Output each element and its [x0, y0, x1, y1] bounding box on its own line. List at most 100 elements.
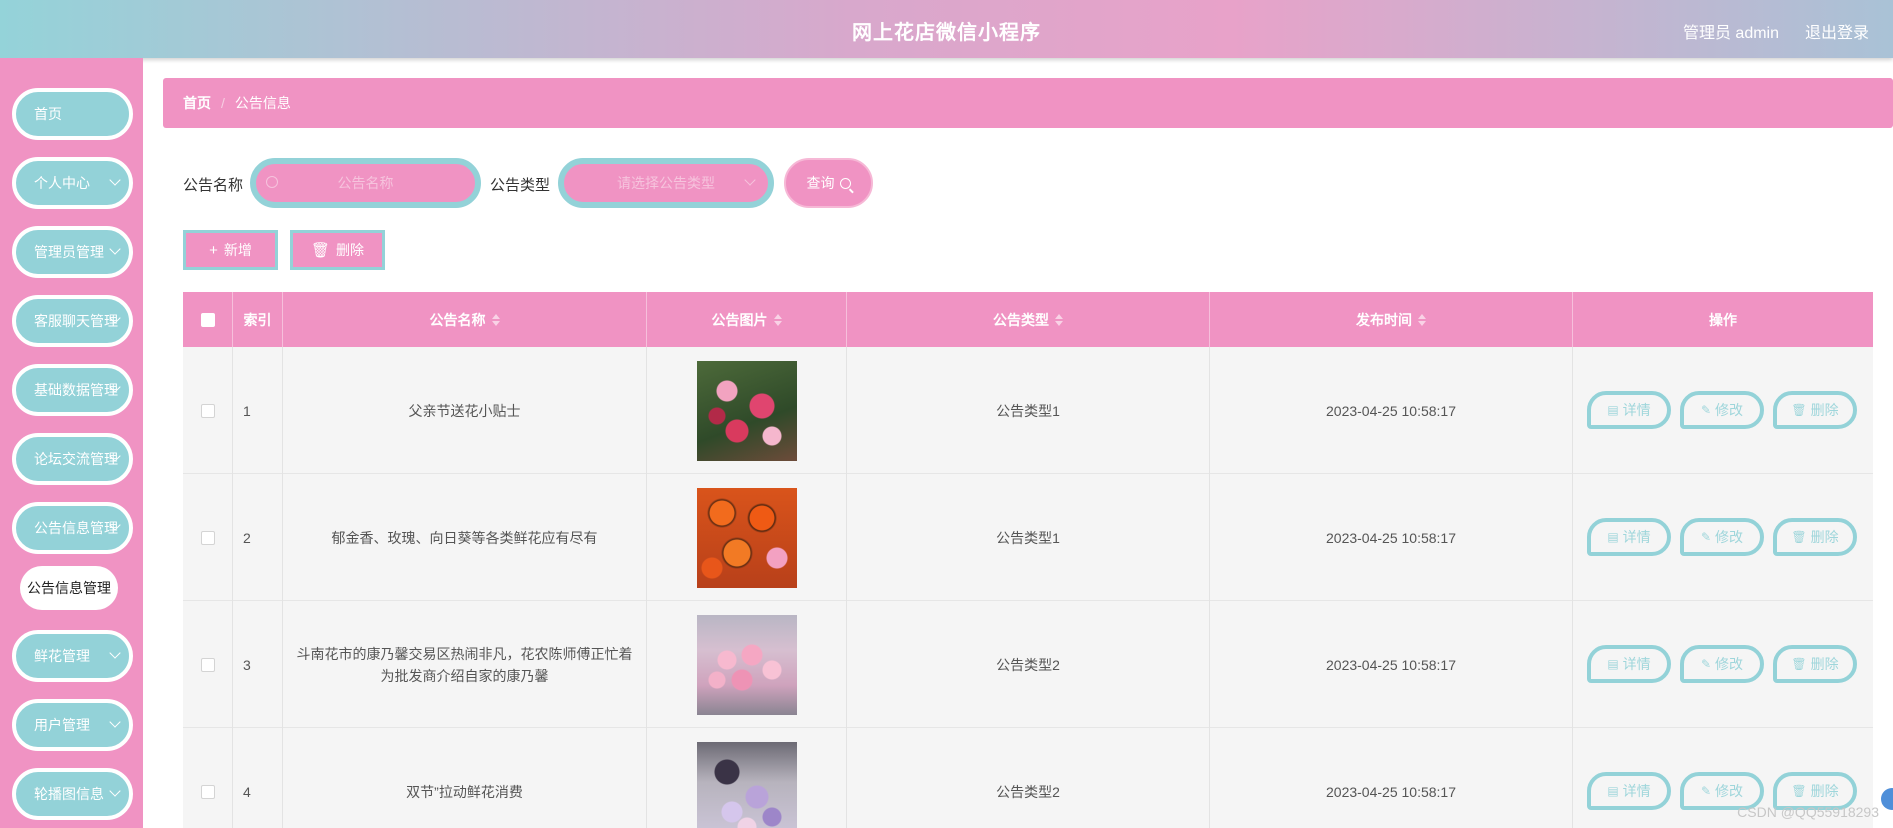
row-checkbox[interactable] — [200, 530, 215, 545]
notice-type-cell: 公告类型1 — [847, 474, 1210, 601]
column-header-name[interactable]: 公告名称 — [283, 292, 647, 347]
detail-button-label: 详情 — [1622, 783, 1651, 799]
delete-button-label: 删除 — [1810, 783, 1839, 799]
sidebar-item-users[interactable]: 用户管理 — [12, 699, 133, 751]
sidebar-item-flowers[interactable]: 鲜花管理 — [12, 630, 133, 682]
sidebar-item-forum[interactable]: 论坛交流管理 — [12, 433, 133, 485]
row-select-cell — [183, 601, 233, 728]
batch-delete-button[interactable]: 🗑 删除 — [290, 230, 385, 270]
detail-button[interactable]: ▤ 详情 — [1587, 518, 1671, 556]
column-header-label: 发布时间 — [1356, 311, 1412, 328]
pencil-icon: ✎ — [1700, 784, 1712, 798]
sort-icon — [773, 313, 782, 326]
plus-icon: + — [209, 241, 218, 259]
sidebar-item-home[interactable]: 首页 — [12, 88, 133, 140]
actions-cell: ▤ 详情 ✎ 修改 🗑 删除 — [1573, 601, 1873, 728]
edit-button-label: 修改 — [1715, 783, 1744, 799]
edit-button-label: 修改 — [1715, 402, 1744, 418]
column-header-label: 操作 — [1709, 311, 1737, 328]
sidebar-item-admin-management[interactable]: 管理员管理 — [12, 226, 133, 278]
notice-type-cell: 公告类型1 — [847, 347, 1210, 474]
notice-type-cell: 公告类型2 — [847, 728, 1210, 828]
edit-button[interactable]: ✎ 修改 — [1680, 645, 1764, 683]
table-header: 索引 公告名称 公告图片 公告类型 发布时间 操作 — [183, 292, 1873, 347]
sort-icon — [1418, 313, 1426, 326]
table-row: 2 郁金香、玫瑰、向日葵等各类鲜花应有尽有 公告类型1 2023-04-25 1… — [183, 474, 1873, 601]
notice-name-cell: 父亲节送花小贴士 — [283, 347, 647, 474]
column-header-index: 索引 — [233, 292, 283, 347]
publish-time-cell: 2023-04-25 10:58:17 — [1210, 728, 1573, 828]
submenu-item-notice-management[interactable]: 公告信息管理 — [20, 566, 118, 610]
floating-action-button[interactable] — [1881, 788, 1893, 810]
pink-carnation-bouquet-image[interactable] — [696, 614, 797, 715]
actions-cell: ▤ 详情 ✎ 修改 🗑 删除 — [1573, 347, 1873, 474]
detail-button[interactable]: ▤ 详情 — [1587, 772, 1671, 810]
row-checkbox[interactable] — [200, 403, 215, 418]
breadcrumb-separator: / — [221, 95, 225, 111]
sort-icon — [491, 313, 500, 326]
publish-time-cell: 2023-04-25 10:58:17 — [1210, 474, 1573, 601]
column-header-label: 索引 — [243, 311, 272, 328]
notice-image-cell — [647, 474, 847, 601]
detail-button[interactable]: ▤ 详情 — [1587, 391, 1671, 429]
query-button[interactable]: 查询 — [784, 158, 873, 208]
column-header-type[interactable]: 公告类型 — [847, 292, 1210, 347]
document-icon: ▤ — [1607, 530, 1619, 544]
sort-icon — [1055, 313, 1063, 326]
table-row: 3 斗南花市的康乃馨交易区热闹非凡，花农陈师傅正忙着为批发商介绍自家的康乃馨 公… — [183, 601, 1873, 728]
delete-button-label: 删除 — [1810, 656, 1839, 672]
select-all-checkbox[interactable] — [200, 312, 215, 327]
sidebar: 首页 个人中心 管理员管理 客服聊天管理 基础数据管理 论坛交流管理 公告信息管… — [0, 58, 143, 828]
watermark: CSDN @QQ55918293 — [1737, 804, 1879, 820]
query-button-label: 查询 — [806, 175, 835, 191]
edit-button[interactable]: ✎ 修改 — [1680, 391, 1764, 429]
delete-button[interactable]: 🗑 删除 — [1773, 645, 1857, 683]
actions-cell: ▤ 详情 ✎ 修改 🗑 删除 — [1573, 474, 1873, 601]
column-header-label: 公告类型 — [993, 311, 1049, 328]
orange-gerbera-bouquet-image[interactable] — [696, 487, 797, 588]
notice-name-input[interactable]: 公告名称 — [250, 158, 481, 208]
table-row: 1 父亲节送花小贴士 公告类型1 2023-04-25 10:58:17 ▤ 详情… — [183, 347, 1873, 474]
document-icon: ▤ — [1607, 657, 1619, 671]
detail-button[interactable]: ▤ 详情 — [1587, 645, 1671, 683]
batch-delete-label: 删除 — [336, 242, 365, 258]
sidebar-item-carousel[interactable]: 轮播图信息 — [12, 768, 133, 820]
purple-bouquet-image[interactable] — [696, 741, 797, 828]
column-header-label: 公告图片 — [711, 311, 768, 328]
search-icon — [839, 177, 851, 189]
notice-table: 索引 公告名称 公告图片 公告类型 发布时间 操作 1 父亲节送花小贴士 公告类… — [183, 292, 1873, 828]
breadcrumb-home[interactable]: 首页 — [183, 93, 211, 113]
delete-button[interactable]: 🗑 删除 — [1773, 518, 1857, 556]
edit-button[interactable]: ✎ 修改 — [1680, 518, 1764, 556]
notice-type-placeholder: 请选择公告类型 — [617, 175, 715, 191]
document-icon: ▤ — [1607, 403, 1619, 417]
sidebar-item-base-data[interactable]: 基础数据管理 — [12, 364, 133, 416]
sidebar-item-chat-management[interactable]: 客服聊天管理 — [12, 295, 133, 347]
notice-name-cell: 郁金香、玫瑰、向日葵等各类鲜花应有尽有 — [283, 474, 647, 601]
column-header-time[interactable]: 发布时间 — [1210, 292, 1573, 347]
column-header-image[interactable]: 公告图片 — [647, 292, 847, 347]
index-cell: 3 — [233, 601, 283, 728]
search-icon — [266, 176, 278, 188]
delete-button[interactable]: 🗑 删除 — [1773, 391, 1857, 429]
logout-link[interactable]: 退出登录 — [1805, 19, 1869, 43]
select-all-cell — [183, 292, 233, 347]
notice-image-cell — [647, 601, 847, 728]
row-checkbox[interactable] — [200, 657, 215, 672]
delete-button-label: 删除 — [1810, 529, 1839, 545]
notice-type-label: 公告类型 — [490, 177, 551, 194]
row-checkbox[interactable] — [200, 784, 215, 799]
current-user: 管理员 admin — [1682, 25, 1779, 42]
detail-button-label: 详情 — [1622, 402, 1651, 418]
notice-type-select[interactable]: 请选择公告类型 — [558, 158, 774, 208]
notice-image-cell — [647, 347, 847, 474]
notice-name-cell: 双节”拉动鲜花消费 — [283, 728, 647, 828]
detail-button-label: 详情 — [1622, 529, 1651, 545]
pink-red-bouquet-image[interactable] — [696, 360, 797, 461]
row-select-cell — [183, 728, 233, 828]
detail-button-label: 详情 — [1622, 656, 1651, 672]
delete-button-label: 删除 — [1810, 402, 1839, 418]
add-button[interactable]: + 新增 — [183, 230, 278, 270]
sidebar-item-personal-center[interactable]: 个人中心 — [12, 157, 133, 209]
sidebar-item-notice[interactable]: 公告信息管理 — [12, 502, 133, 554]
